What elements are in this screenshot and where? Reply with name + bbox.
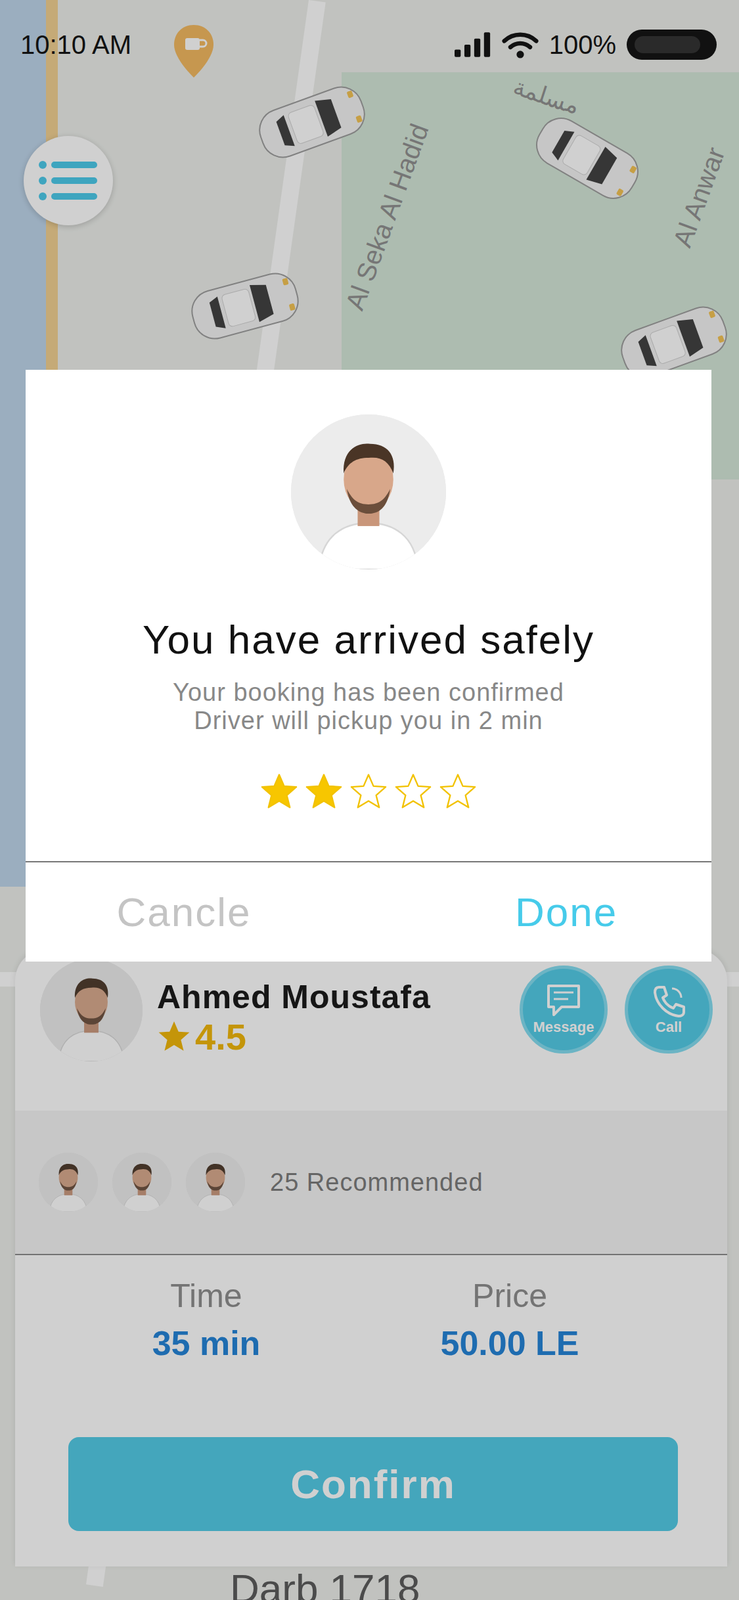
done-button[interactable]: Done <box>368 862 712 962</box>
person-photo-icon <box>291 414 447 570</box>
dialog-title: You have arrived safely <box>142 615 595 665</box>
dialog-buttons: CancleDone <box>25 861 712 962</box>
battery-percent: 100% <box>549 28 617 61</box>
status-bar: 10:10 AM 100% <box>0 0 739 99</box>
signal-icon <box>454 32 492 58</box>
arrival-dialog: You have arrived safely Your booking has … <box>25 369 712 962</box>
driver-photo <box>291 414 447 570</box>
status-icons: 100% <box>454 28 717 61</box>
wifi-icon <box>501 30 539 59</box>
star-icon[interactable] <box>394 772 433 811</box>
dialog-message: Your booking has been confirmedDriver wi… <box>172 678 565 735</box>
star-icon[interactable] <box>260 772 299 811</box>
star-rating[interactable] <box>260 772 477 811</box>
cancel-button[interactable]: Cancle <box>25 862 369 962</box>
message-line: Driver will pickup you in 2 min <box>172 706 565 736</box>
status-time: 10:10 AM <box>20 28 132 61</box>
star-icon[interactable] <box>349 772 388 811</box>
battery-icon <box>626 29 717 60</box>
phone-screen: Al Seka Al HadidAl AnwarمسلمةDarb 1718 1… <box>0 0 739 1600</box>
message-line: Your booking has been confirmed <box>172 678 565 707</box>
star-icon[interactable] <box>304 772 343 811</box>
star-icon[interactable] <box>438 772 477 811</box>
